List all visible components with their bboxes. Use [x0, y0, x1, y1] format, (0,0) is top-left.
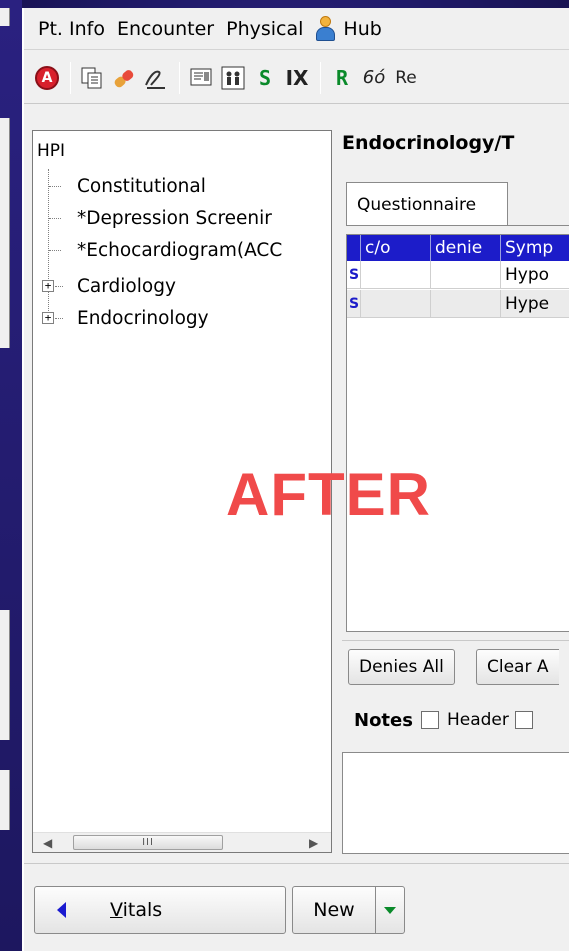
tree-item-endocrinology[interactable]: Endocrinology — [77, 303, 209, 333]
r-button[interactable]: R — [329, 63, 355, 93]
notes-textarea[interactable] — [342, 752, 569, 854]
menu-encounter[interactable]: Encounter — [117, 18, 214, 40]
re-button[interactable]: Re — [393, 63, 419, 93]
grid-button-bar: Denies All Clear A — [342, 640, 569, 690]
glasses-button[interactable]: 6ó — [361, 63, 387, 93]
grid-header-denies[interactable]: denie — [431, 235, 501, 261]
toolbar-separator — [179, 61, 180, 94]
cell-co[interactable] — [361, 261, 431, 289]
cell-co[interactable] — [361, 290, 431, 318]
vitals-button-label: Vitals — [110, 899, 163, 921]
scroll-right-icon[interactable]: ▶ — [309, 836, 318, 850]
tree-item-cardiology[interactable]: Cardiology — [77, 271, 176, 301]
toolbar-separator — [320, 61, 321, 94]
notes-label: Notes — [354, 709, 413, 731]
header-checkbox[interactable] — [420, 711, 439, 729]
tab-questionnaire[interactable]: Questionnaire — [346, 182, 508, 226]
strip-fragment — [0, 8, 10, 26]
table-row[interactable]: S Hype — [347, 290, 569, 318]
tree-root-hpi[interactable]: HPI — [37, 141, 65, 161]
cell-symptom: Hype — [501, 290, 569, 318]
tree-connector — [55, 318, 63, 319]
table-row[interactable]: S Hypo — [347, 261, 569, 289]
new-dropdown-button[interactable] — [375, 886, 405, 934]
medication-button[interactable] — [111, 63, 137, 93]
strip-fragment — [0, 610, 10, 740]
strip-fragment — [0, 770, 10, 830]
header-checkbox-label: Header — [446, 710, 509, 730]
s-button[interactable]: S — [252, 63, 278, 93]
alert-button[interactable]: A — [34, 63, 60, 93]
person-icon — [315, 15, 336, 42]
menu-pt-info[interactable]: Pt. Info — [38, 18, 105, 40]
second-checkbox[interactable] — [514, 711, 533, 729]
family-icon — [221, 66, 245, 89]
denies-all-button[interactable]: Denies All — [348, 649, 455, 685]
bottom-bar: Vitals New — [24, 863, 569, 951]
expand-icon[interactable]: + — [42, 280, 54, 292]
toolbar: A S IX R 6ó Re — [24, 52, 569, 104]
tree-connector — [48, 169, 49, 317]
menu-hub-label: Hub — [343, 17, 382, 40]
new-button[interactable]: New — [292, 886, 376, 934]
cell-denies[interactable] — [431, 261, 501, 289]
copy-icon — [81, 67, 102, 88]
strip-fragment — [0, 118, 10, 348]
back-arrow-icon — [57, 902, 66, 918]
scrollbar-thumb[interactable]: III — [73, 835, 223, 850]
signature-icon — [145, 70, 165, 89]
row-indicator: S — [347, 261, 361, 289]
tree-item-constitutional[interactable]: Constitutional — [77, 171, 206, 201]
expand-icon[interactable]: + — [42, 312, 54, 324]
document-icon — [190, 68, 212, 85]
sign-button[interactable] — [143, 63, 169, 93]
cell-denies[interactable] — [431, 290, 501, 318]
tree-item-echocardiogram[interactable]: *Echocardiogram(ACC — [77, 235, 282, 265]
notes-bar: Notes Header — [342, 698, 569, 742]
tab-divider — [346, 225, 569, 226]
horizontal-scrollbar[interactable]: ◀ III ▶ — [33, 832, 331, 852]
toolbar-separator — [70, 61, 71, 94]
pill-icon — [114, 69, 134, 87]
grid-header-co[interactable]: c/o — [361, 235, 431, 261]
family-button[interactable] — [220, 63, 246, 93]
chevron-down-icon — [384, 906, 396, 914]
grid-header-symptom[interactable]: Symp — [501, 235, 569, 261]
page-title: Endocrinology/T — [342, 132, 515, 154]
background-slide-strip — [0, 0, 22, 951]
tree-item-depression-screening[interactable]: *Depression Screenir — [77, 203, 272, 233]
scroll-left-icon[interactable]: ◀ — [43, 836, 52, 850]
tree-connector — [55, 286, 63, 287]
menu-bar: Pt. Info Encounter Physical Hub — [24, 8, 569, 50]
ix-button[interactable]: IX — [284, 63, 310, 93]
tree-connector — [49, 186, 61, 187]
cell-symptom: Hypo — [501, 261, 569, 289]
alert-icon: A — [35, 65, 59, 90]
tree-connector — [49, 218, 61, 219]
vitals-button[interactable]: Vitals — [34, 886, 286, 934]
grid-header: c/o denie Symp — [347, 235, 569, 261]
copy-button[interactable] — [79, 63, 105, 93]
menu-hub[interactable]: Hub — [315, 15, 382, 42]
document-button[interactable] — [188, 63, 214, 93]
tree-connector — [49, 250, 61, 251]
symptom-grid: c/o denie Symp S Hypo S Hype — [346, 234, 569, 632]
after-label: AFTER — [226, 461, 431, 528]
clear-all-button[interactable]: Clear A — [476, 649, 559, 685]
menu-physical[interactable]: Physical — [226, 18, 303, 40]
row-indicator: S — [347, 290, 361, 318]
grid-header-cell — [347, 235, 361, 261]
